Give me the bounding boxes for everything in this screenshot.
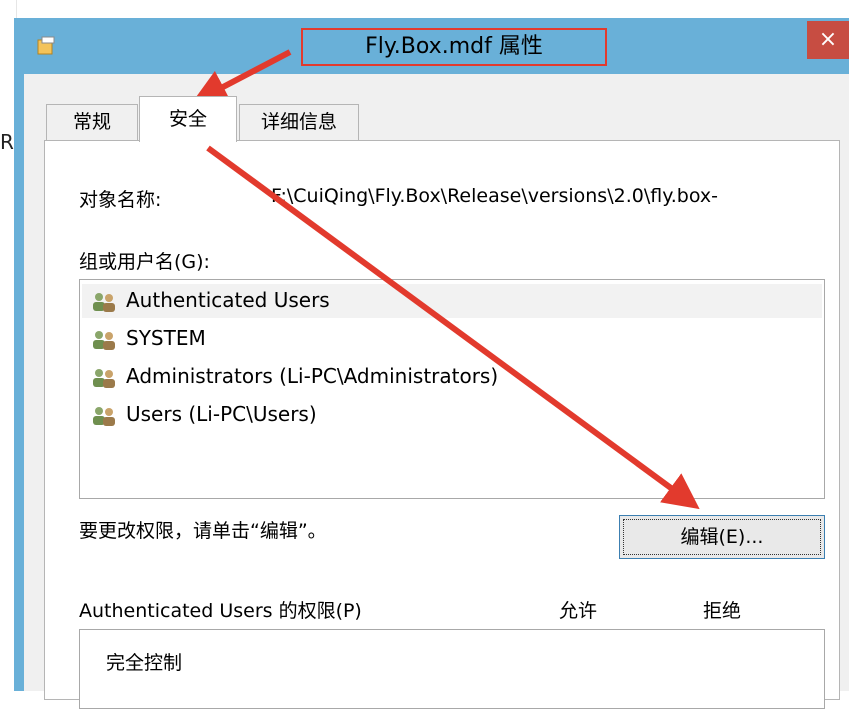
properties-dialog: Fly.Box.mdf 属性 × 常规 安全 详细信息 对象名称: F:\Cui… — [14, 18, 849, 709]
tab-security[interactable]: 安全 — [139, 96, 237, 142]
title-bar[interactable]: Fly.Box.mdf 属性 × — [14, 18, 849, 74]
file-properties-icon — [37, 36, 55, 55]
group-list-label: 组或用户名(G): — [79, 251, 210, 273]
window-title: Fly.Box.mdf 属性 — [301, 28, 607, 66]
tab-general[interactable]: 常规 — [46, 104, 138, 140]
deny-column-header: 拒绝 — [703, 600, 742, 622]
user-group-icon — [93, 407, 115, 426]
user-group-icon — [93, 293, 115, 312]
user-name: SYSTEM — [126, 326, 206, 350]
edit-button[interactable]: 编辑(E)... — [619, 515, 825, 559]
list-item-authenticated-users[interactable]: Authenticated Users — [82, 284, 822, 318]
permissions-list[interactable]: 完全控制 — [79, 629, 825, 709]
close-button[interactable]: × — [807, 21, 849, 59]
user-name: Administrators (Li-PC\Administrators) — [126, 364, 499, 388]
dialog-body: 常规 安全 详细信息 对象名称: F:\CuiQing\Fly.Box\Rele… — [24, 74, 849, 709]
tab-details[interactable]: 详细信息 — [239, 104, 359, 140]
object-name-label: 对象名称: — [79, 189, 162, 211]
object-name-value: F:\CuiQing\Fly.Box\Release\versions\2.0\… — [271, 185, 718, 207]
user-group-list[interactable]: Authenticated Users SYSTEM Administrator… — [79, 279, 825, 499]
list-item-users[interactable]: Users (Li-PC\Users) — [82, 398, 822, 432]
security-panel: 对象名称: F:\CuiQing\Fly.Box\Release\version… — [44, 140, 840, 709]
list-item-administrators[interactable]: Administrators (Li-PC\Administrators) — [82, 360, 822, 394]
user-name: Users (Li-PC\Users) — [126, 402, 317, 426]
permission-full-control: 完全控制 — [106, 652, 183, 674]
user-name: Authenticated Users — [126, 288, 330, 312]
background-partial-text: R — [0, 130, 14, 154]
list-item-system[interactable]: SYSTEM — [82, 322, 822, 356]
permissions-label: Authenticated Users 的权限(P) — [79, 600, 362, 622]
user-group-icon — [93, 369, 115, 388]
change-permissions-hint: 要更改权限，请单击“编辑”。 — [79, 520, 327, 542]
allow-column-header: 允许 — [559, 600, 598, 622]
user-group-icon — [93, 331, 115, 350]
